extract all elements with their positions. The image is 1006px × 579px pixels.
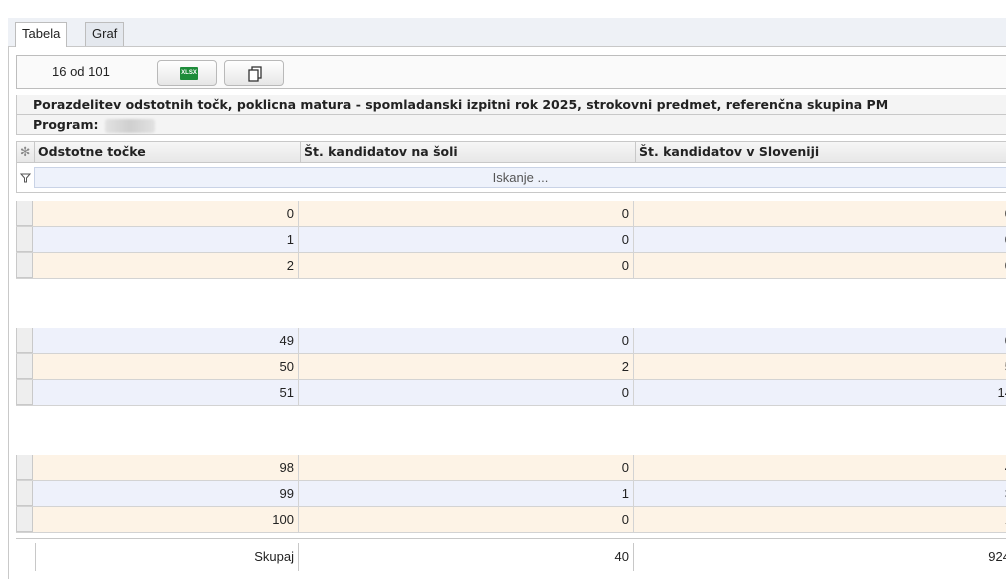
cell-school: 0: [299, 227, 634, 252]
cell-slovenia: 0: [634, 201, 1006, 226]
column-header-school[interactable]: Št. kandidatov na šoli: [300, 142, 635, 162]
cell-school: 2: [299, 354, 634, 379]
cell-points: 99: [33, 481, 299, 506]
cell-slovenia: 5: [634, 354, 1006, 379]
cell-slovenia: 0: [634, 328, 1006, 353]
column-header-slovenia[interactable]: Št. kandidatov v Sloveniji: [635, 142, 1006, 162]
summary-gutter: [16, 543, 36, 571]
row-selector[interactable]: [16, 481, 33, 506]
filter-row: Iskanje ...: [16, 163, 1006, 193]
summary-row: Skupaj 40 924: [16, 538, 1006, 573]
table-row[interactable]: 1 0 0: [16, 227, 1006, 253]
program-label: Program:: [33, 117, 99, 132]
cell-points: 100: [33, 507, 299, 532]
search-input[interactable]: Iskanje ...: [34, 167, 1006, 188]
row-selector[interactable]: [16, 328, 33, 353]
row-selector[interactable]: [16, 455, 33, 480]
cell-school: 0: [299, 455, 634, 480]
summary-school-total: 40: [299, 543, 634, 571]
row-selector[interactable]: [16, 201, 33, 226]
column-header-row: ✻ Odstotne točke Št. kandidatov na šoli …: [16, 141, 1006, 163]
column-header-points[interactable]: Odstotne točke: [34, 142, 300, 162]
cell-school: 1: [299, 481, 634, 506]
copy-icon: [248, 66, 262, 82]
row-selector[interactable]: [16, 253, 33, 278]
cell-points: 50: [33, 354, 299, 379]
pager-text: 16 od 101: [52, 64, 110, 79]
row-selector[interactable]: [16, 380, 33, 405]
cell-school: 0: [299, 253, 634, 278]
row-selector[interactable]: [16, 227, 33, 252]
xlsx-icon: XLSX: [180, 67, 198, 80]
tab-strip: Tabela Graf: [8, 18, 1006, 47]
cell-slovenia: 0: [634, 227, 1006, 252]
table-row[interactable]: 98 0 4: [16, 455, 1006, 481]
program-redacted: [104, 118, 155, 133]
table-row[interactable]: 2 0 0: [16, 253, 1006, 279]
grid-caption-program: Program:: [16, 115, 1006, 135]
cell-points: 2: [33, 253, 299, 278]
cell-slovenia: 4: [634, 455, 1006, 480]
cell-points: 1: [33, 227, 299, 252]
toolbar: 16 od 101 XLSX: [16, 55, 1006, 89]
row-selector[interactable]: [16, 507, 33, 532]
row-selector-header[interactable]: ✻: [17, 142, 34, 162]
export-xlsx-button[interactable]: XLSX: [157, 60, 217, 86]
table-row[interactable]: 50 2 5: [16, 354, 1006, 380]
summary-label: Skupaj: [36, 543, 299, 571]
tab-graf[interactable]: Graf: [85, 22, 125, 46]
table-row[interactable]: 51 0 14: [16, 380, 1006, 406]
cell-school: 0: [299, 201, 634, 226]
cell-slovenia: 0: [634, 253, 1006, 278]
cell-slovenia: 14: [634, 380, 1006, 405]
cell-points: 49: [33, 328, 299, 353]
summary-slovenia-total: 924: [988, 549, 1006, 564]
cell-slovenia: 1: [634, 507, 1006, 532]
cell-slovenia: 3: [634, 481, 1006, 506]
grid-caption-title: Porazdelitev odstotnih točk, poklicna ma…: [16, 95, 1006, 115]
cell-school: 0: [299, 328, 634, 353]
cell-school: 0: [299, 507, 634, 532]
cell-school: 0: [299, 380, 634, 405]
tab-tabela[interactable]: Tabela: [15, 22, 68, 47]
cell-points: 98: [33, 455, 299, 480]
cell-points: 51: [33, 380, 299, 405]
table-row[interactable]: 100 0 1: [16, 507, 1006, 533]
cell-points: 0: [33, 201, 299, 226]
row-selector[interactable]: [16, 354, 33, 379]
table-row[interactable]: 0 0 0: [16, 201, 1006, 227]
table-row[interactable]: 49 0 0: [16, 328, 1006, 354]
copy-button[interactable]: [224, 60, 284, 86]
filter-icon[interactable]: [17, 163, 34, 192]
table-row[interactable]: 99 1 3: [16, 481, 1006, 507]
